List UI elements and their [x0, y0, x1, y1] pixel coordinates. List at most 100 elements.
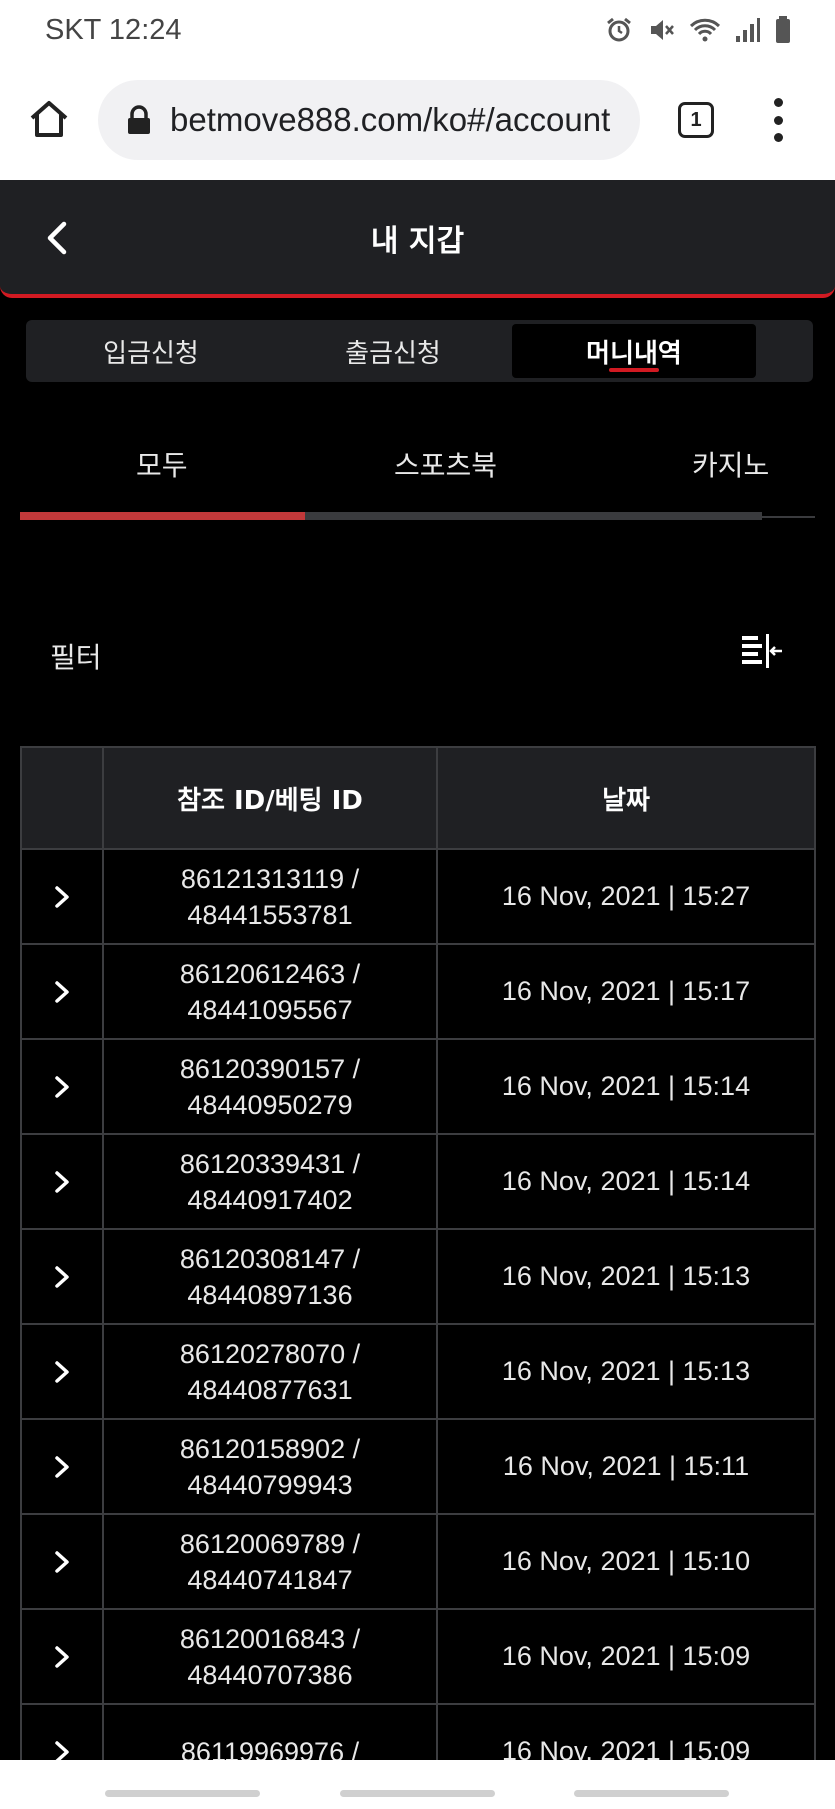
- chevron-right-icon: [55, 1075, 69, 1098]
- wifi-icon: [689, 18, 721, 42]
- header-ref-id: 참조 ID/베팅 ID: [104, 748, 438, 848]
- filter-icon[interactable]: [740, 632, 786, 672]
- browser-toolbar: betmove888.com/ko#/account 1: [0, 66, 835, 180]
- carrier-time: SKT 12:24: [45, 14, 182, 46]
- table-row[interactable]: 86120278070 / 48440877631 16 Nov, 2021 | 1…: [22, 1325, 814, 1420]
- date-cell: 16 Nov, 2021 | 15:14: [501, 1071, 751, 1101]
- more-vert-icon[interactable]: [766, 98, 790, 142]
- expand-cell[interactable]: [22, 1040, 104, 1133]
- tab-deposit-request[interactable]: 입금신청: [30, 324, 272, 378]
- tab-withdraw-request[interactable]: 출금신청: [272, 324, 514, 378]
- chevron-right-icon: [55, 1265, 69, 1288]
- date-cell: 16 Nov, 2021 | 15:14: [501, 1166, 751, 1196]
- date-cell: 16 Nov, 2021 | 15:17: [501, 976, 751, 1006]
- bet-id: 48440897136: [187, 1279, 353, 1310]
- chevron-right-icon: [55, 1170, 69, 1193]
- tabs-button[interactable]: 1: [678, 102, 714, 138]
- chevron-right-icon: [55, 1550, 69, 1573]
- system-nav-bar: [0, 1760, 835, 1809]
- active-category-indicator: [20, 512, 305, 520]
- chevron-right-icon: [55, 885, 69, 908]
- app-header: 내 지갑: [0, 180, 835, 298]
- ref-id: 86120278070 /: [179, 1338, 361, 1369]
- table-row[interactable]: 86120158902 / 48440799943 16 Nov, 2021 | 1…: [22, 1420, 814, 1515]
- ref-id-cell: 86120069789 / 48440741847: [104, 1515, 438, 1608]
- table-header: 참조 ID/베팅 ID 날짜: [22, 748, 814, 850]
- bet-id: 48440707386: [187, 1659, 353, 1690]
- tab-scroll-track-end: [762, 516, 815, 518]
- table-row[interactable]: 86120308147 / 48440897136 16 Nov, 2021 | 1…: [22, 1230, 814, 1325]
- tab-label: 입금신청: [103, 338, 199, 369]
- expand-cell[interactable]: [22, 1515, 104, 1608]
- alarm-icon: [607, 17, 631, 42]
- ref-id-cell: 86120339431 / 48440917402: [104, 1135, 438, 1228]
- filter-label: 필터: [50, 641, 102, 674]
- tab-sportsbook[interactable]: 스포츠북: [394, 444, 497, 484]
- tab-label: 머니내역: [586, 338, 682, 369]
- expand-cell[interactable]: [22, 1230, 104, 1323]
- bet-id: 48440950279: [187, 1089, 353, 1120]
- tab-all[interactable]: 모두: [136, 444, 188, 484]
- header-expand: [22, 748, 104, 848]
- ref-id-cell: 86120016843 / 48440707386: [104, 1610, 438, 1703]
- expand-cell[interactable]: [22, 1610, 104, 1703]
- ref-id-cell: 86120308147 / 48440897136: [104, 1230, 438, 1323]
- bet-id: 48441095567: [187, 994, 353, 1025]
- tab-money-history[interactable]: 머니내역: [512, 324, 756, 378]
- ref-id-cell: 86120612463 / 48441095567: [104, 945, 438, 1038]
- table-row[interactable]: 86121313119 / 48441553781 16 Nov, 2021 | 1…: [22, 850, 814, 945]
- active-tab-indicator: [609, 368, 659, 372]
- ref-id: 86120158902 /: [179, 1433, 361, 1464]
- address-bar[interactable]: betmove888.com/ko#/account: [98, 80, 640, 160]
- status-bar: SKT 12:24: [0, 0, 835, 66]
- table-row[interactable]: 86120339431 / 48440917402 16 Nov, 2021 | 1…: [22, 1135, 814, 1230]
- expand-cell[interactable]: [22, 945, 104, 1038]
- category-tabs: 모두 스포츠북 카지노: [20, 430, 815, 522]
- table-row[interactable]: 86120612463 / 48441095567 16 Nov, 2021 | 1…: [22, 945, 814, 1040]
- nav-handle-right: [574, 1790, 729, 1797]
- expand-cell[interactable]: [22, 1135, 104, 1228]
- ref-id: 86120016843 /: [179, 1623, 361, 1654]
- ref-id: 86120390157 /: [179, 1053, 361, 1084]
- table-row[interactable]: 86120069789 / 48440741847 16 Nov, 2021 | 1…: [22, 1515, 814, 1610]
- ref-id-cell: 86121313119 / 48441553781: [104, 850, 438, 943]
- home-icon: [30, 101, 68, 137]
- table-row[interactable]: 86120016843 / 48440707386 16 Nov, 2021 | 1…: [22, 1610, 814, 1705]
- tab-casino[interactable]: 카지노: [692, 444, 769, 484]
- bet-id: 48440799943: [187, 1469, 353, 1500]
- ref-id: 86121313119 /: [180, 863, 360, 894]
- date-cell: 16 Nov, 2021 | 15:10: [501, 1546, 751, 1576]
- expand-cell[interactable]: [22, 1420, 104, 1513]
- chevron-right-icon: [55, 1645, 69, 1668]
- table-row[interactable]: 86120390157 / 48440950279 16 Nov, 2021 | 1…: [22, 1040, 814, 1135]
- expand-cell[interactable]: [22, 1325, 104, 1418]
- table-body: 86121313119 / 48441553781 16 Nov, 2021 | 1…: [22, 850, 814, 1800]
- history-table: 참조 ID/베팅 ID 날짜 86121313119 / 48441553781 1…: [20, 746, 816, 1802]
- wallet-tabs: 입금신청 출금신청 머니내역: [26, 320, 813, 382]
- date-cell: 16 Nov, 2021 | 15:09: [501, 1641, 751, 1671]
- ref-id: 86120069789 /: [179, 1528, 361, 1559]
- header-date: 날짜: [602, 785, 650, 816]
- date-cell: 16 Nov, 2021 | 15:13: [501, 1261, 751, 1291]
- page-title: 내 지갑: [370, 224, 465, 259]
- url-text: betmove888.com/ko#/account: [170, 101, 611, 138]
- nav-handle-center: [340, 1790, 495, 1797]
- ref-id-cell: 86120390157 / 48440950279: [104, 1040, 438, 1133]
- ref-id-cell: 86120158902 / 48440799943: [104, 1420, 438, 1513]
- home-button[interactable]: [24, 94, 74, 144]
- chevron-right-icon: [55, 1360, 69, 1383]
- date-cell: 16 Nov, 2021 | 15:11: [502, 1451, 750, 1481]
- ref-id: 86120308147 /: [179, 1243, 361, 1274]
- ref-id-cell: 86120278070 / 48440877631: [104, 1325, 438, 1418]
- bet-id: 48440917402: [187, 1184, 353, 1215]
- tab-label: 출금신청: [345, 338, 441, 369]
- lock-icon: [128, 105, 150, 134]
- nav-handle-left: [105, 1790, 260, 1797]
- expand-cell[interactable]: [22, 850, 104, 943]
- mute-icon: [651, 20, 674, 40]
- bet-id: 48440877631: [187, 1374, 353, 1405]
- signal-icon: [736, 18, 760, 42]
- date-cell: 16 Nov, 2021 | 15:13: [501, 1356, 751, 1386]
- ref-id: 86120339431 /: [179, 1148, 361, 1179]
- bet-id: 48441553781: [187, 899, 353, 930]
